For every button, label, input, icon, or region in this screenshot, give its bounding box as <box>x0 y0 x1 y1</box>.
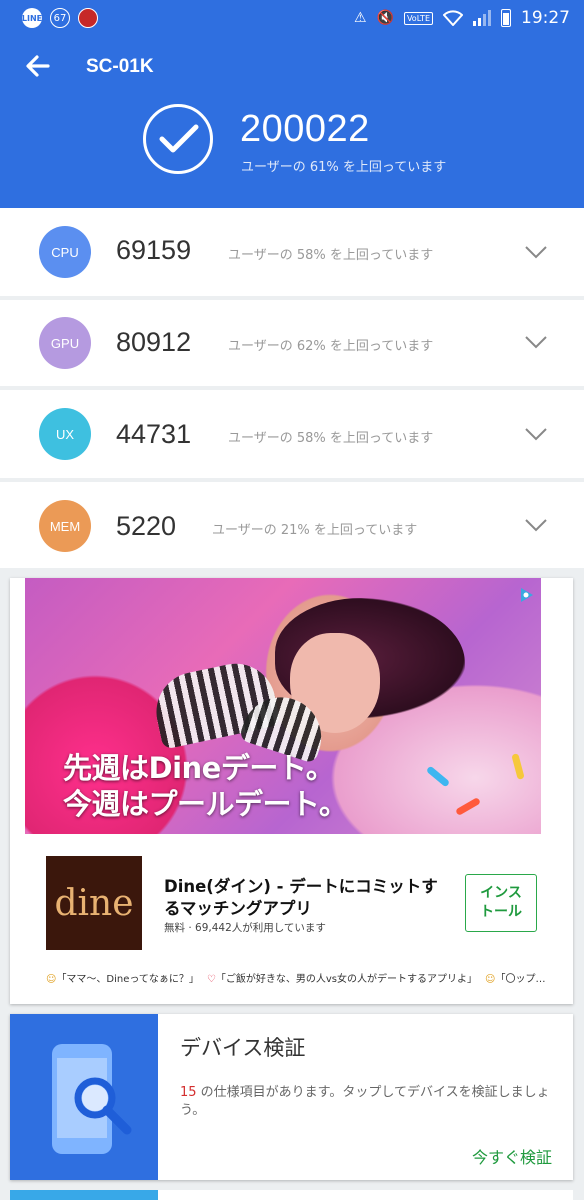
mem-percentile: ユーザーの 21% を上回っています <box>212 523 418 538</box>
score-row-ux[interactable]: UX 44731 ユーザーの 58% を上回っています <box>0 390 584 478</box>
gpu-badge: GPU <box>34 312 96 374</box>
phone-search-icon <box>52 1044 132 1154</box>
notification-count-icon: 67 <box>50 8 70 28</box>
game-app-icon <box>78 8 98 28</box>
emoji-icon: ☺ <box>485 974 496 985</box>
result-header: SC-01K 200022 ユーザーの 61% を上回っています <box>0 36 584 208</box>
gpu-score: 80912 <box>116 327 192 357</box>
data-saver-icon: ⚠ <box>353 10 367 26</box>
total-score: 200022 <box>240 108 370 150</box>
mem-score: 5220 <box>116 511 177 541</box>
ad-headline: 先週はDineデート。 今週はプールデート。 <box>63 751 348 821</box>
signal-icon <box>473 10 491 26</box>
score-row-mem[interactable]: MEM 5220 ユーザーの 21% を上回っています <box>0 482 584 568</box>
ux-score: 44731 <box>116 419 192 449</box>
score-row-gpu[interactable]: GPU 80912 ユーザーの 62% を上回っています <box>0 300 584 386</box>
status-bar: LINE 67 ⚠ 🔇 VoLTE 19:27 <box>0 0 584 36</box>
volte-icon: VoLTE <box>403 11 433 25</box>
cpu-percentile: ユーザーの 58% を上回っています <box>228 248 434 263</box>
ad-card[interactable]: 先週はDineデート。 今週はプールデート。 dine Dine(ダイン) - … <box>10 578 573 1004</box>
chevron-down-icon[interactable] <box>524 240 548 264</box>
verify-now-button[interactable]: 今すぐ検証 <box>472 1144 552 1168</box>
total-score-percentile: ユーザーの 61% を上回っています <box>241 160 447 175</box>
mute-icon: 🔇 <box>376 10 394 26</box>
verify-title: デバイス検証 <box>180 1036 306 1060</box>
ad-app-name[interactable]: Dine(ダイン) - デートにコミットするマッチングアプリ <box>164 876 454 920</box>
ux-percentile: ユーザーの 58% を上回っています <box>228 431 434 446</box>
device-verify-card[interactable]: デバイス検証 15 の仕様項目があります。タップしてデバイスを検証しましょう。 … <box>10 1014 573 1180</box>
chevron-down-icon[interactable] <box>524 330 548 354</box>
wifi-icon <box>443 10 463 26</box>
score-row-cpu[interactable]: CPU 69159 ユーザーの 58% を上回っています <box>0 208 584 296</box>
verify-description: 15 の仕様項目があります。タップしてデバイスを検証しましょう。 <box>180 1085 550 1118</box>
heart-icon: ♡ <box>206 974 216 985</box>
device-title: SC-01K <box>86 56 154 77</box>
battery-icon <box>501 9 511 27</box>
chevron-down-icon[interactable] <box>524 422 548 446</box>
cpu-badge: CPU <box>34 221 96 283</box>
dine-app-icon[interactable]: dine <box>46 856 142 950</box>
mem-badge: MEM <box>34 495 96 557</box>
gpu-percentile: ユーザーの 62% を上回っています <box>228 339 434 354</box>
adchoices-icon[interactable] <box>518 586 536 604</box>
line-app-icon: LINE <box>22 8 42 28</box>
ad-app-meta: 無料 · 69,442人が利用しています <box>164 922 326 934</box>
ad-banner-image[interactable]: 先週はDineデート。 今週はプールデート。 <box>25 578 541 834</box>
clock: 19:27 <box>521 8 570 28</box>
next-card[interactable] <box>10 1190 573 1200</box>
ux-badge: UX <box>34 403 96 465</box>
emoji-icon: ☺ <box>46 974 57 985</box>
install-button[interactable]: インス トール <box>465 874 537 932</box>
chevron-down-icon[interactable] <box>524 513 548 537</box>
back-arrow-icon[interactable] <box>24 52 56 84</box>
verify-illustration <box>10 1014 158 1180</box>
ad-review-strip: ☺「ママ〜、Dineってなぁに？」 ♡「ご飯が好きな、男の人vs女の人がデートす… <box>46 974 546 985</box>
cpu-score: 69159 <box>116 235 192 265</box>
check-circle-icon <box>143 104 213 174</box>
